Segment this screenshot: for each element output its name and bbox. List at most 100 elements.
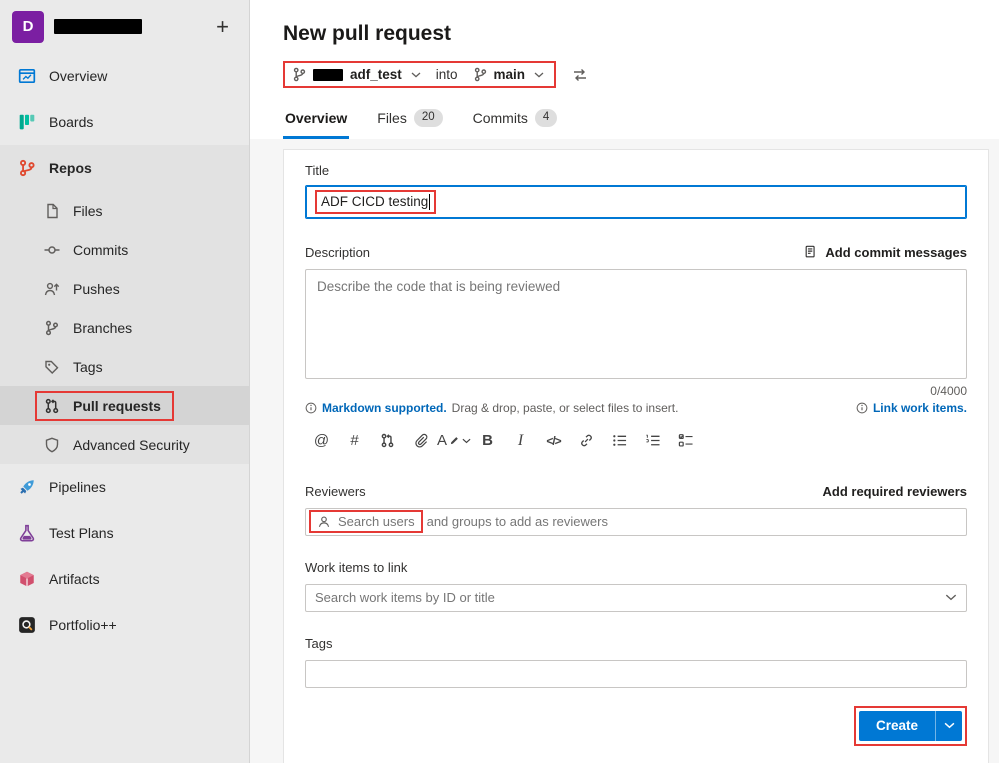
- project-header[interactable]: D +: [0, 0, 249, 53]
- project-name-redacted: [54, 19, 142, 34]
- work-items-dropdown[interactable]: [305, 583, 967, 612]
- page-header: New pull request adf_test into main Over…: [250, 0, 999, 139]
- sidebar-item-files[interactable]: Files: [0, 191, 249, 230]
- sidebar-item-label: Overview: [49, 68, 108, 84]
- work-items-input[interactable]: [315, 584, 945, 611]
- main-content: New pull request adf_test into main Over…: [250, 0, 999, 763]
- link-icon: [579, 433, 594, 448]
- branch-icon: [292, 67, 307, 82]
- bold-button[interactable]: B: [471, 428, 504, 454]
- format-button[interactable]: A: [437, 428, 471, 454]
- sidebar-item-label: Test Plans: [49, 525, 114, 541]
- task-list-button[interactable]: [669, 428, 702, 454]
- add-required-reviewers-button[interactable]: Add required reviewers: [823, 484, 968, 499]
- add-project-button[interactable]: +: [212, 15, 233, 38]
- info-icon: [856, 402, 868, 414]
- swap-branches-icon[interactable]: [572, 67, 588, 83]
- into-label: into: [435, 67, 458, 82]
- add-required-reviewers-label: Add required reviewers: [822, 483, 968, 499]
- sidebar-item-repos[interactable]: Repos: [0, 145, 249, 191]
- tab-commits[interactable]: Commits 4: [471, 109, 560, 139]
- repos-icon: [18, 159, 36, 177]
- sidebar-item-label: Artifacts: [49, 571, 100, 587]
- mention-icon: @: [313, 432, 330, 450]
- sidebar-item-artifacts[interactable]: Artifacts: [0, 556, 249, 602]
- sidebar-item-test-plans[interactable]: Test Plans: [0, 510, 249, 556]
- tags-input[interactable]: [315, 660, 957, 687]
- description-textarea[interactable]: [305, 268, 967, 379]
- tags-label: Tags: [305, 635, 333, 651]
- code-button[interactable]: </>: [537, 428, 570, 454]
- task-list-icon: [678, 433, 693, 448]
- sidebar-item-label: Commits: [73, 241, 129, 258]
- branch-selector-row: adf_test into main: [283, 61, 989, 88]
- sidebar-item-portfolio[interactable]: Portfolio++: [0, 602, 249, 648]
- tab-bar: Overview Files 20 Commits 4: [283, 109, 989, 139]
- source-branch-dropdown[interactable]: adf_test: [350, 67, 402, 82]
- sidebar-item-boards[interactable]: Boards: [0, 99, 249, 145]
- create-button[interactable]: Create: [859, 711, 935, 741]
- title-label: Title: [305, 162, 330, 178]
- work-item-icon: #: [350, 432, 359, 450]
- advanced-security-icon: [44, 437, 60, 453]
- description-label: Description: [305, 244, 371, 260]
- sidebar-item-tags[interactable]: Tags: [0, 347, 249, 386]
- sidebar-item-branches[interactable]: Branches: [0, 308, 249, 347]
- sidebar: D + Overview Boards Repos Files Commits: [0, 0, 250, 763]
- italic-button[interactable]: I: [504, 428, 537, 454]
- mention-button[interactable]: @: [305, 428, 338, 454]
- annotation-box-title: ADF CICD testing: [315, 189, 437, 214]
- bulleted-list-button[interactable]: [603, 428, 636, 454]
- markdown-supported-link[interactable]: Markdown supported.: [322, 401, 447, 415]
- sidebar-item-advanced-security[interactable]: Advanced Security: [0, 425, 249, 464]
- artifacts-icon: [18, 570, 36, 588]
- numbered-list-button[interactable]: [636, 428, 669, 454]
- tab-overview[interactable]: Overview: [283, 109, 350, 139]
- add-commit-messages-button[interactable]: Add commit messages: [804, 245, 967, 260]
- markdown-hint-text: Drag & drop, paste, or select files to i…: [451, 400, 679, 415]
- work-items-label: Work items to link: [305, 559, 408, 575]
- annotation-box-pull-requests: Pull requests: [35, 390, 174, 421]
- sidebar-item-pull-requests[interactable]: Pull requests: [0, 386, 249, 425]
- paperclip-icon: [413, 433, 428, 448]
- reviewers-input[interactable]: Search users and groups to add as review…: [305, 507, 967, 536]
- pull-request-link-button[interactable]: [371, 428, 404, 454]
- chevron-down-icon[interactable]: [534, 72, 544, 78]
- target-branch-dropdown[interactable]: main: [494, 67, 526, 82]
- chevron-down-icon[interactable]: [411, 72, 421, 78]
- chevron-down-icon[interactable]: [945, 594, 957, 601]
- sidebar-item-overview[interactable]: Overview: [0, 53, 249, 99]
- sidebar-item-pushes[interactable]: Pushes: [0, 269, 249, 308]
- files-icon: [44, 203, 60, 219]
- files-count-badge: 20: [413, 109, 443, 127]
- create-split-button: Create: [858, 710, 962, 741]
- info-icon: [305, 402, 317, 414]
- create-dropdown-chevron[interactable]: [935, 710, 962, 741]
- insert-link-button[interactable]: [570, 428, 603, 454]
- numbered-list-icon: [645, 433, 660, 448]
- sidebar-item-label: Pushes: [73, 280, 120, 297]
- link-work-items-link[interactable]: Link work items.: [873, 401, 967, 415]
- work-item-button[interactable]: #: [338, 428, 371, 454]
- sidebar-item-label: Pipelines: [49, 479, 106, 495]
- commit-messages-icon: [804, 245, 818, 259]
- sidebar-item-commits[interactable]: Commits: [0, 230, 249, 269]
- sidebar-item-label: Advanced Security: [73, 436, 190, 453]
- branches-icon: [44, 320, 60, 336]
- pr-title-input[interactable]: ADF CICD testing: [305, 184, 967, 219]
- annotation-box-create: Create: [853, 705, 967, 746]
- editor-hints: Markdown supported. Drag & drop, paste, …: [305, 401, 967, 415]
- sidebar-item-label: Repos: [49, 160, 92, 176]
- sidebar-item-label: Pull requests: [73, 397, 161, 414]
- app-window: D + Overview Boards Repos Files Commits: [0, 0, 999, 763]
- branch-icon: [473, 67, 488, 82]
- char-counter: 0/4000: [930, 383, 967, 398]
- bold-icon: B: [482, 432, 493, 450]
- add-commit-messages-label: Add commit messages: [825, 244, 967, 260]
- tab-files[interactable]: Files 20: [375, 109, 444, 139]
- pull-request-icon: [380, 433, 395, 448]
- attach-file-button[interactable]: [404, 428, 437, 454]
- sidebar-item-pipelines[interactable]: Pipelines: [0, 464, 249, 510]
- tags-input-wrapper[interactable]: [305, 659, 967, 688]
- tab-label: Commits: [472, 109, 528, 126]
